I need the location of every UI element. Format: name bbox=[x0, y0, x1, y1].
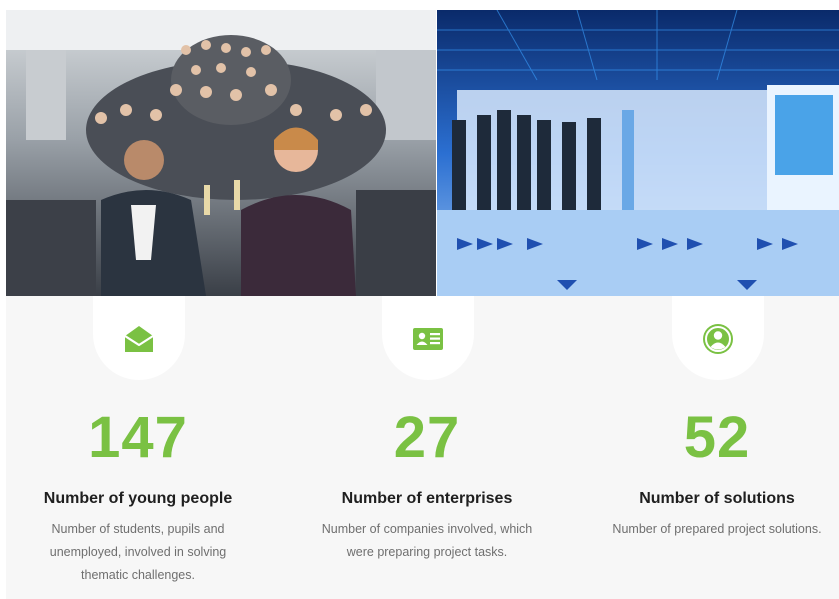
stat-description: Number of companies involved, which were… bbox=[321, 522, 533, 559]
id-card-icon bbox=[413, 328, 443, 350]
photo-banner bbox=[6, 10, 839, 296]
stat-solutions: 52 Number of solutions Number of prepare… bbox=[587, 296, 839, 599]
stat-title: Number of solutions bbox=[639, 490, 795, 507]
stat-young-people: 147 Number of young people Number of stu… bbox=[8, 296, 268, 599]
stat-icon-circle bbox=[93, 296, 185, 380]
envelope-icon bbox=[124, 326, 154, 352]
stat-description: Number of prepared project solutions. bbox=[612, 522, 822, 536]
group-event-photo bbox=[6, 10, 436, 296]
user-circle-icon bbox=[703, 324, 733, 354]
stat-enterprises: 27 Number of enterprises Number of compa… bbox=[297, 296, 557, 599]
stat-description: Number of students, pupils and unemploye… bbox=[49, 522, 227, 582]
stat-title: Number of young people bbox=[43, 490, 233, 507]
stats-section: 147 Number of young people Number of stu… bbox=[6, 296, 839, 599]
stat-number: 27 bbox=[393, 405, 461, 470]
stat-icon-circle bbox=[382, 296, 474, 380]
stat-title: Number of enterprises bbox=[341, 490, 513, 507]
presentation-room-photo bbox=[437, 10, 839, 296]
stat-icon-circle bbox=[672, 296, 764, 380]
stat-number: 52 bbox=[683, 405, 751, 470]
stat-number: 147 bbox=[88, 405, 188, 470]
